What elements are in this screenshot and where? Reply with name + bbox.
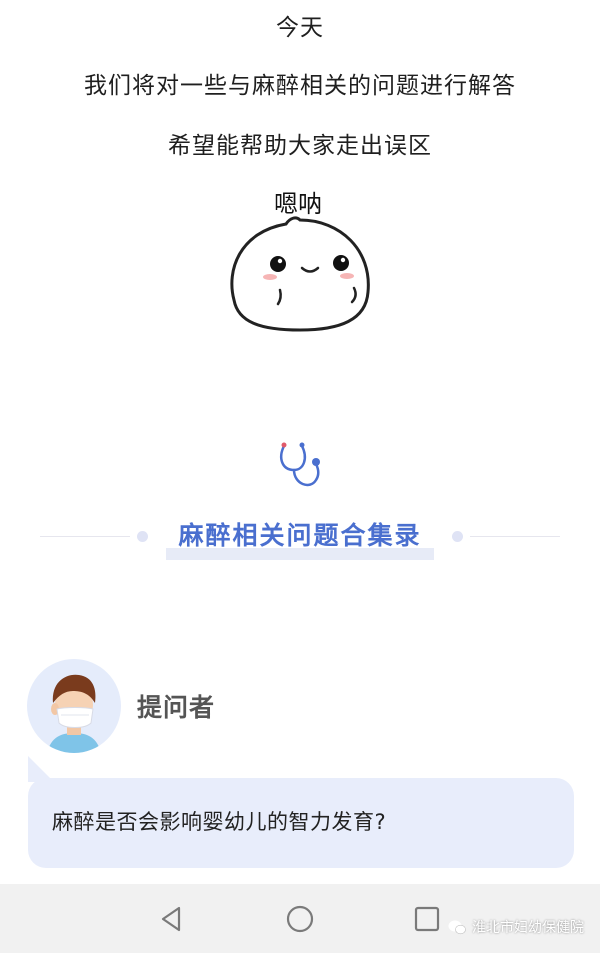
masked-person-icon (47, 674, 101, 753)
system-navigation-bar: 淮北市妇幼保健院 (0, 884, 600, 953)
intro-line-today: 今天 (276, 15, 324, 41)
stethoscope-icon (280, 442, 320, 487)
section-title-text: 麻醉相关问题合集录 (178, 521, 422, 550)
sticker-caption: 嗯呐 (274, 190, 322, 218)
cartoon-mascot-sticker: 嗯呐 (230, 190, 370, 332)
wechat-icon (448, 920, 466, 934)
account-watermark: 淮北市妇幼保健院 (448, 917, 584, 937)
watermark-text: 淮北市妇幼保健院 (472, 920, 584, 936)
question-bubble: 麻醉是否会影响婴幼儿的智力发育? (28, 778, 574, 868)
home-icon[interactable] (283, 902, 317, 936)
asker-label: 提问者 (137, 693, 216, 722)
avatar (27, 659, 121, 753)
section-divider-left (40, 536, 130, 537)
section-divider-right (470, 536, 560, 537)
recent-apps-icon[interactable] (410, 902, 444, 936)
section-dot-right (452, 531, 463, 542)
section-dot-left (137, 531, 148, 542)
intro-line-answer: 我们将对一些与麻醉相关的问题进行解答 (84, 73, 516, 99)
intro-line-hope: 希望能帮助大家走出误区 (168, 133, 432, 159)
section-title: 麻醉相关问题合集录 (166, 510, 434, 560)
question-text: 麻醉是否会影响婴幼儿的智力发育? (52, 810, 387, 834)
back-icon[interactable] (155, 902, 189, 936)
